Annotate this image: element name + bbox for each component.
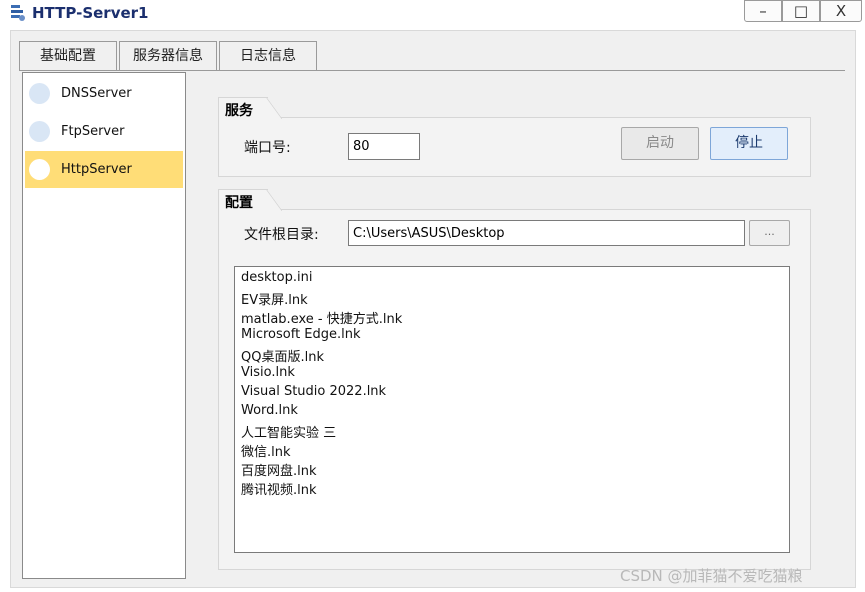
maximize-icon: □: [793, 2, 809, 20]
stop-button[interactable]: 停止: [710, 127, 788, 160]
browse-button[interactable]: ...: [749, 220, 790, 246]
list-item[interactable]: 微信.lnk: [241, 441, 291, 460]
port-input[interactable]: 80: [348, 133, 420, 160]
list-item[interactable]: Visual Studio 2022.lnk: [241, 384, 386, 399]
server-status-icon: [29, 121, 50, 142]
server-status-icon: [29, 159, 50, 180]
server-label: HttpServer: [61, 162, 132, 177]
service-group-title: 服务: [218, 97, 282, 119]
close-button[interactable]: X: [820, 0, 862, 22]
minimize-button[interactable]: –: [744, 0, 782, 22]
config-group-title: 配置: [218, 189, 282, 211]
tab-server-info[interactable]: 服务器信息: [119, 41, 217, 71]
port-label: 端口号:: [244, 140, 291, 156]
close-icon: X: [835, 2, 847, 20]
server-status-icon: [29, 83, 50, 104]
list-item[interactable]: desktop.ini: [241, 270, 312, 285]
tab-divider: [19, 70, 845, 71]
list-item[interactable]: Visio.lnk: [241, 365, 295, 380]
tab-basic-config[interactable]: 基础配置: [19, 41, 117, 71]
server-item-ftp[interactable]: FtpServer: [25, 113, 183, 150]
watermark: CSDN @加菲猫不爱吃猫粮: [620, 567, 803, 585]
minimize-icon: –: [759, 2, 767, 20]
list-item[interactable]: QQ桌面版.lnk: [241, 346, 324, 365]
server-item-dns[interactable]: DNSServer: [25, 75, 183, 112]
maximize-button[interactable]: □: [782, 0, 820, 22]
root-dir-input[interactable]: C:\Users\ASUS\Desktop: [348, 220, 745, 246]
list-item[interactable]: EV录屏.lnk: [241, 289, 308, 308]
server-list: DNSServer FtpServer HttpServer: [22, 72, 186, 579]
list-item[interactable]: 人工智能实验 三: [241, 422, 336, 441]
root-dir-label: 文件根目录:: [244, 227, 319, 243]
server-app-icon: [11, 5, 25, 21]
server-label: DNSServer: [61, 86, 132, 101]
tab-log-info[interactable]: 日志信息: [219, 41, 317, 71]
list-item[interactable]: 百度网盘.lnk: [241, 460, 317, 479]
server-item-http[interactable]: HttpServer: [25, 151, 183, 188]
list-item[interactable]: 腾讯视频.lnk: [241, 479, 317, 498]
list-item[interactable]: matlab.exe - 快捷方式.lnk: [241, 308, 402, 327]
server-label: FtpServer: [61, 124, 125, 139]
title-bar: HTTP-Server1 – □ X: [0, 0, 865, 26]
list-item[interactable]: Word.lnk: [241, 403, 298, 418]
file-list[interactable]: desktop.ini EV录屏.lnk matlab.exe - 快捷方式.l…: [234, 266, 790, 553]
list-item[interactable]: Microsoft Edge.lnk: [241, 327, 361, 342]
window-title: HTTP-Server1: [32, 4, 149, 22]
start-button[interactable]: 启动: [621, 127, 699, 160]
